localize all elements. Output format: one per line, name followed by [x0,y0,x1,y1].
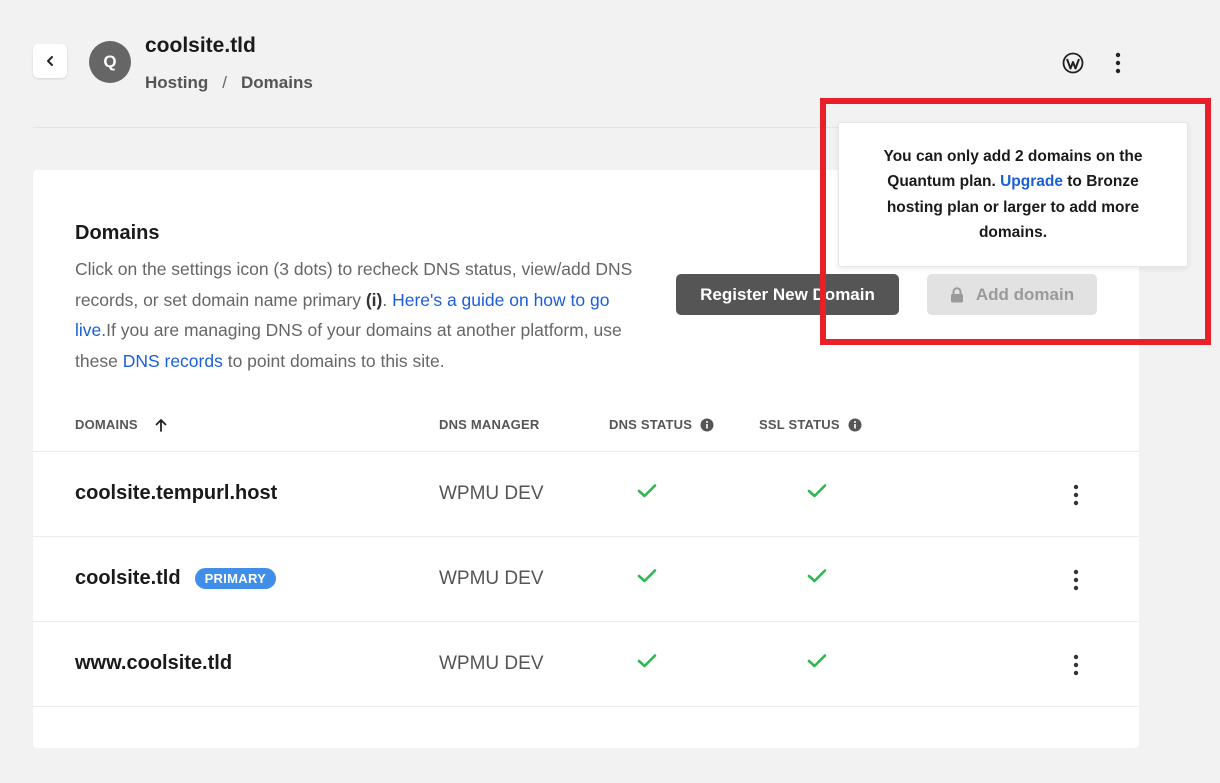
tooltip-text: You can only add 2 domains on the Quantu… [873,144,1153,246]
domain-name: coolsite.tempurl.host [75,482,278,504]
row-more-options-icon[interactable] [1066,652,1086,678]
card-title: Domains [75,222,160,244]
domain-name: coolsite.tld [75,567,181,589]
info-icon[interactable] [848,418,862,432]
table-row: coolsite.tld PRIMARY WPMU DEV [33,537,1139,622]
site-title: coolsite.tld [145,34,256,57]
desc-text: . [382,289,393,310]
sort-arrow-up-icon[interactable] [154,418,168,432]
dns-manager-cell: WPMU DEV [439,568,544,589]
upgrade-link[interactable]: Upgrade [1000,173,1063,190]
lock-icon [950,286,963,302]
table-header: DOMAINS DNS MANAGER DNS STATUS SSL STATU… [33,406,1139,452]
column-domains-label: DOMAINS [75,417,138,432]
domain-cell: www.coolsite.tld [75,652,232,675]
column-ssl-status: SSL STATUS [759,417,862,432]
dns-records-link[interactable]: DNS records [123,351,223,371]
table-row: www.coolsite.tld WPMU DEV [33,622,1139,707]
dns-manager-cell: WPMU DEV [439,653,544,674]
column-domains[interactable]: DOMAINS [75,417,168,432]
wordpress-icon[interactable] [1062,52,1084,74]
chevron-left-icon [47,56,53,66]
primary-badge: PRIMARY [194,568,277,589]
card-description: Click on the settings icon (3 dots) to r… [75,254,655,376]
info-hint: (i) [365,289,383,310]
site-avatar: Q [89,41,131,83]
plan-limit-tooltip: You can only add 2 domains on the Quantu… [838,122,1188,267]
desc-text: to point domains to this site. [222,350,445,371]
ssl-check-icon [807,654,827,668]
column-dns-manager: DNS MANAGER [439,417,539,432]
ssl-check-icon [807,569,827,583]
breadcrumb-hosting[interactable]: Hosting [145,73,208,93]
add-domain-button[interactable]: Add domain [927,274,1097,315]
domain-cell: coolsite.tempurl.host [75,482,277,505]
dns-manager-cell: WPMU DEV [439,483,544,504]
add-domain-label: Add domain [975,284,1075,304]
dns-check-icon [637,569,657,583]
breadcrumb-separator: / [222,73,228,92]
info-icon[interactable] [700,418,714,432]
table-row: coolsite.tempurl.host WPMU DEV [33,452,1139,537]
column-dns-status: DNS STATUS [609,417,714,432]
breadcrumb: Hosting / Domains [145,73,313,93]
domain-cell: coolsite.tld PRIMARY [75,567,277,590]
more-options-icon[interactable] [1108,50,1128,76]
column-dns-manager-label: DNS MANAGER [439,417,540,432]
column-ssl-status-label: SSL STATUS [759,417,840,432]
domain-name: www.coolsite.tld [75,652,233,674]
ssl-check-icon [807,484,827,498]
breadcrumb-domains: Domains [241,73,313,92]
dns-check-icon [637,654,657,668]
dns-check-icon [637,484,657,498]
column-dns-status-label: DNS STATUS [609,417,693,432]
back-button[interactable] [33,44,67,78]
register-new-domain-button[interactable]: Register New Domain [676,274,899,315]
row-more-options-icon[interactable] [1066,482,1086,508]
row-more-options-icon[interactable] [1066,567,1086,593]
